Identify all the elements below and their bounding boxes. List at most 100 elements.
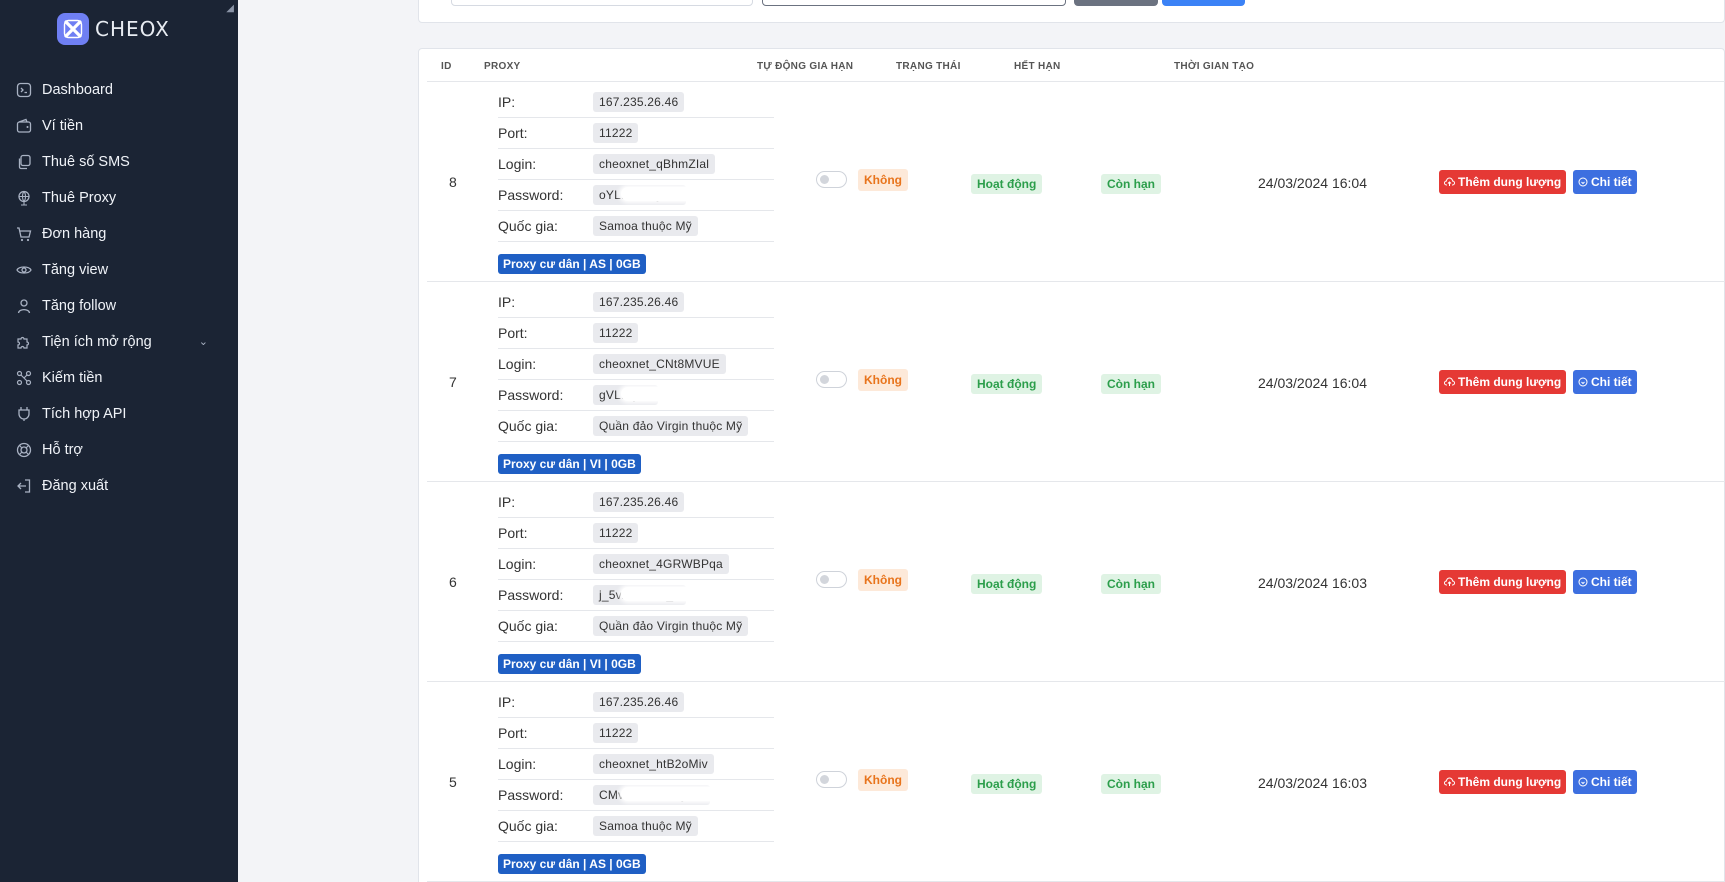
col-proxy: PROXY [484,61,521,72]
sidebar-item-follow[interactable]: Tăng follow [0,288,238,324]
login-value[interactable]: cheoxnet_4GRWBPqa [593,554,729,574]
auto-renew-badge: Không [858,569,908,591]
sidebar-item-support[interactable]: Hỗ trợ [0,432,238,468]
detail-button[interactable]: Chi tiết [1573,370,1637,394]
password-value[interactable]: gVLB y-vi [593,385,718,405]
proxy-password: Password: oYLKCKL y-as [498,180,774,211]
login-value[interactable]: cheoxnet_htB2oMiv [593,754,714,774]
proxy-password: Password: j_5vArhdbW_ i [498,580,774,611]
field-label: IP: [498,694,516,710]
ip-value[interactable]: 167.235.26.46 [593,692,685,712]
brand[interactable]: CHEOX [0,0,238,58]
add-bandwidth-button[interactable]: Thêm dung lượng [1439,370,1567,394]
add-bandwidth-button[interactable]: Thêm dung lượng [1439,170,1567,194]
add-bandwidth-label: Thêm dung lượng [1458,375,1562,389]
table-row: 8 IP: 167.235.26.46 Port: 11222 Login: cheo… [427,82,1725,282]
sidebar-item-extensions[interactable]: Tiện ích mở rộng ⌄ [0,324,238,360]
proxy-country: Quốc gia: Quần đảo Virgin thuộc Mỹ [498,411,774,442]
created-time: 24/03/2024 16:04 [1258,175,1367,191]
field-label: Login: [498,556,537,572]
proxy-port: Port: 11222 [498,718,774,749]
row-id: 7 [449,374,457,390]
sidebar-item-orders[interactable]: Đơn hàng [0,216,238,252]
login-value[interactable]: cheoxnet_CNt8MVUE [593,354,726,374]
auto-renew-toggle[interactable] [816,771,847,788]
port-value[interactable]: 11222 [593,323,639,343]
expiry-badge: Còn hạn [1101,574,1161,594]
ip-value[interactable]: 167.235.26.46 [593,492,685,512]
proxy-country: Quốc gia: Samoa thuộc Mỹ [498,811,774,842]
ip-value[interactable]: 167.235.26.46 [593,92,685,112]
sidebar-item-logout[interactable]: Đăng xuất [0,468,238,504]
proxy-port: Port: 11222 [498,518,774,549]
add-bandwidth-button[interactable]: Thêm dung lượng [1439,570,1567,594]
sidebar-item-wallet[interactable]: Ví tiền [0,108,238,144]
cloud-upload-icon [1444,777,1455,786]
share-icon [15,369,33,387]
cloud-upload-icon [1444,577,1455,586]
auto-renew-toggle[interactable] [816,571,847,588]
login-value[interactable]: cheoxnet_qBhmZIal [593,154,716,174]
sidebar-item-view[interactable]: Tăng view [0,252,238,288]
field-label: IP: [498,494,516,510]
sidebar-item-label: Dashboard [42,82,113,98]
table-row: 7 IP: 167.235.26.46 Port: 11222 Login: cheo… [427,282,1725,482]
add-bandwidth-label: Thêm dung lượng [1458,175,1562,189]
password-value[interactable]: j_5vArhdbW_ i [593,585,717,605]
filter-input[interactable] [451,0,753,6]
sidebar-item-label: Đơn hàng [42,226,107,242]
sidebar-item-earn[interactable]: Kiếm tiền [0,360,238,396]
port-value[interactable]: 11222 [593,523,639,543]
eye-icon [15,261,33,279]
field-label: Quốc gia: [498,818,558,834]
sidebar-item-api[interactable]: Tích hợp API [0,396,238,432]
field-label: IP: [498,94,516,110]
add-bandwidth-button[interactable]: Thêm dung lượng [1439,770,1567,794]
chevron-down-icon: ⌄ [198,336,208,348]
field-label: Password: [498,587,564,603]
expiry-badge: Còn hạn [1101,174,1161,194]
sidebar: CHEOX ◢ Dashboard Ví tiền Thuê số SMS Th… [0,0,238,882]
proxy-password: Password: CMvV6t country-as [498,780,774,811]
password-value[interactable]: CMvV6t country-as [593,785,718,805]
country-value: Samoa thuộc Mỹ [593,816,698,836]
port-value[interactable]: 11222 [593,723,639,743]
proxy-type-badge: Proxy cư dân | VI | 0GB [498,654,641,674]
field-label: Password: [498,187,564,203]
sidebar-item-label: Thuê số SMS [42,154,130,170]
detail-button[interactable]: Chi tiết [1573,170,1637,194]
sidebar-item-label: Ví tiền [42,118,84,134]
logout-icon [15,477,33,495]
auto-renew-toggle[interactable] [816,371,847,388]
proxy-login: Login: cheoxnet_htB2oMiv [498,749,774,780]
proxy-password: Password: gVLB y-vi [498,380,774,411]
password-value[interactable]: oYLKCKL y-as [593,185,717,205]
collapse-icon[interactable]: ◢ [226,3,234,14]
search-button[interactable] [1162,0,1245,6]
proxy-login: Login: cheoxnet_qBhmZIal [498,149,774,180]
detail-button[interactable]: Chi tiết [1573,570,1637,594]
detail-button[interactable]: Chi tiết [1573,770,1637,794]
reset-button[interactable] [1074,0,1158,6]
created-time: 24/03/2024 16:03 [1258,575,1367,591]
proxy-country: Quốc gia: Quần đảo Virgin thuộc Mỹ [498,611,774,642]
sidebar-item-sms[interactable]: Thuê số SMS [0,144,238,180]
proxy-country: Quốc gia: Samoa thuộc Mỹ [498,211,774,242]
field-label: Quốc gia: [498,618,558,634]
status-badge: Hoạt động [971,374,1043,394]
sidebar-item-dashboard[interactable]: Dashboard [0,72,238,108]
port-value[interactable]: 11222 [593,123,639,143]
table-row: 5 IP: 167.235.26.46 Port: 11222 Login: cheo… [427,682,1725,882]
country-value: Quần đảo Virgin thuộc Mỹ [593,616,749,636]
status-badge: Hoạt động [971,574,1043,594]
detail-label: Chi tiết [1591,575,1632,589]
auto-renew-badge: Không [858,769,908,791]
sidebar-item-proxy[interactable]: Thuê Proxy [0,180,238,216]
filter-select[interactable] [762,0,1066,6]
add-bandwidth-label: Thêm dung lượng [1458,775,1562,789]
ip-value[interactable]: 167.235.26.46 [593,292,685,312]
plugin-icon [15,405,33,423]
auto-renew-toggle[interactable] [816,171,847,188]
table-row: 6 IP: 167.235.26.46 Port: 11222 Login: cheo… [427,482,1725,682]
field-label: IP: [498,294,516,310]
